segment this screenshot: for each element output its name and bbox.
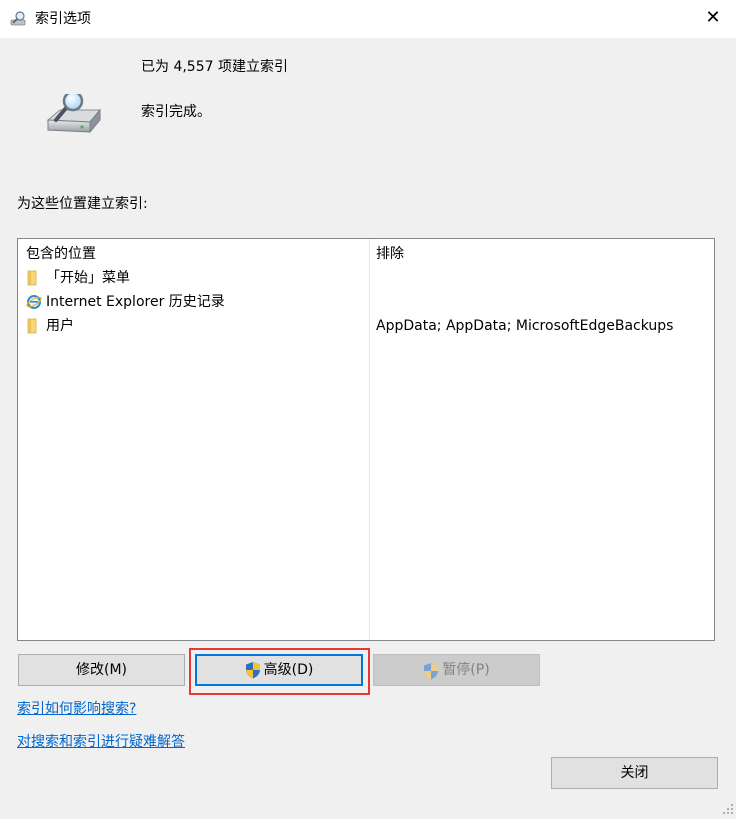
- indexing-status-text: 索引完成。: [141, 104, 211, 120]
- pause-button[interactable]: 暂停(P): [373, 654, 540, 686]
- close-button[interactable]: 关闭: [551, 757, 718, 789]
- advanced-button[interactable]: 高级(D): [195, 654, 363, 686]
- window-title: 索引选项: [35, 11, 91, 27]
- pause-button-label: 暂停(P): [442, 662, 490, 678]
- folder-icon: [26, 318, 42, 334]
- uac-shield-icon: [245, 661, 261, 679]
- exclude-label: AppData; AppData; MicrosoftEdgeBackups: [376, 318, 674, 334]
- location-label: 「开始」菜单: [46, 270, 130, 286]
- locations-list[interactable]: 包含的位置 排除 「开始」菜单 Internet Explorer 历史记录 用…: [17, 238, 715, 641]
- how-indexing-affects-link[interactable]: 索引如何影响搜索?: [17, 700, 136, 718]
- indexed-count-text: 已为 4,557 项建立索引: [141, 59, 288, 75]
- close-icon[interactable]: ✕: [704, 8, 722, 28]
- location-label: Internet Explorer 历史记录: [46, 294, 225, 310]
- uac-shield-icon: [423, 661, 439, 680]
- internet-explorer-icon: [26, 294, 42, 310]
- modify-button-label: 修改(M): [75, 662, 127, 678]
- advanced-button-label: 高级(D): [263, 662, 314, 678]
- modify-button[interactable]: 修改(M): [18, 654, 185, 686]
- troubleshoot-link[interactable]: 对搜索和索引进行疑难解答: [17, 733, 185, 751]
- title-bar: 索引选项 ✕: [0, 0, 736, 38]
- column-header-included[interactable]: 包含的位置: [26, 245, 96, 263]
- column-header-exclude[interactable]: 排除: [376, 245, 404, 263]
- locations-label: 为这些位置建立索引:: [17, 196, 148, 212]
- list-item[interactable]: 用户 AppData; AppData; MicrosoftEdgeBackup…: [18, 315, 714, 337]
- indexing-options-icon: [10, 10, 28, 28]
- list-item[interactable]: 「开始」菜单: [18, 267, 714, 289]
- list-item[interactable]: Internet Explorer 历史记录: [18, 291, 714, 313]
- resize-grip-icon[interactable]: [722, 803, 734, 815]
- close-button-label: 关闭: [620, 765, 649, 781]
- location-label: 用户: [46, 318, 74, 334]
- drive-magnifier-icon: [44, 90, 102, 138]
- folder-icon: [26, 270, 42, 286]
